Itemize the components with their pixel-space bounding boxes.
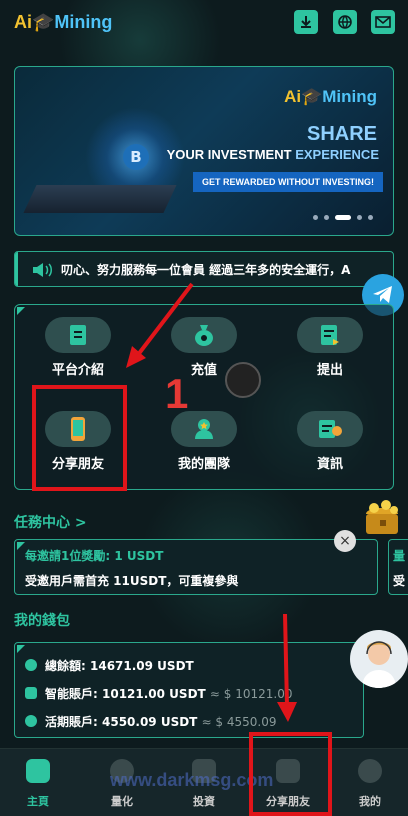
annotation-arrow-menu xyxy=(126,282,194,368)
mail-icon[interactable] xyxy=(371,10,395,34)
nav-item-profile[interactable]: 我的 xyxy=(335,759,405,809)
close-button[interactable]: × xyxy=(334,530,356,552)
profile-icon xyxy=(358,759,382,783)
home-icon xyxy=(26,759,50,783)
banner-tagline: YOUR INVESTMENT EXPERIENCE xyxy=(166,147,379,162)
annotation-box-share xyxy=(32,385,127,491)
globe-icon[interactable] xyxy=(333,10,357,34)
banner-logo: Ai🎓Mining xyxy=(284,87,377,106)
nav-label: 我的 xyxy=(359,795,381,808)
wallet-row-current: 活期賬戶: 4550.09 USDT ≈ $ 4550.09 xyxy=(25,713,277,730)
document-icon xyxy=(45,317,111,353)
menu-label: 提出 xyxy=(316,363,343,378)
menu-item-my-team[interactable]: 我的團隊 xyxy=(149,411,259,472)
menu-item-platform-intro[interactable]: 平台介紹 xyxy=(23,317,133,378)
carousel-dots[interactable] xyxy=(313,215,373,220)
wallet-corner xyxy=(17,645,25,653)
app-header: Ai🎓Mining xyxy=(0,0,408,48)
carousel-dot[interactable] xyxy=(368,215,373,220)
promo-banner[interactable]: B Ai🎓Mining SHARE YOUR INVESTMENT EXPERI… xyxy=(14,66,394,236)
menu-label: 平台介紹 xyxy=(51,363,104,378)
task-peek-desc: 受 xyxy=(393,574,406,588)
smart-account-icon xyxy=(25,687,37,699)
current-account-icon xyxy=(25,715,37,727)
task-peek-title: 量 xyxy=(393,549,406,563)
withdraw-icon xyxy=(297,317,363,353)
task-card[interactable]: 每邀請1位獎勵: 1 USDT 受邀用戶需首充 11USDT，可重複參與 xyxy=(14,539,378,595)
marquee-accent xyxy=(15,252,21,286)
task-card-peek[interactable]: 量 受 xyxy=(388,539,408,595)
menu-item-withdraw[interactable]: 提出 xyxy=(275,317,385,378)
laptop-graphic xyxy=(23,185,177,213)
speaker-icon xyxy=(33,263,52,277)
news-icon xyxy=(297,411,363,447)
carousel-dot[interactable] xyxy=(324,215,329,220)
app-logo: Ai🎓Mining xyxy=(14,12,113,32)
wallet-row-total: 總餘額: 14671.09 USDT xyxy=(25,657,194,674)
floating-assistive-button[interactable] xyxy=(225,362,261,398)
nav-label: 量化 xyxy=(111,795,133,808)
task-center-title[interactable]: 任務中心 > xyxy=(14,512,87,532)
nav-label: 投資 xyxy=(193,795,215,808)
carousel-dot[interactable] xyxy=(313,215,318,220)
menu-corner xyxy=(17,307,25,315)
treasure-chest-icon[interactable] xyxy=(360,496,406,542)
notice-text: 叨心、努力服務每一位會員 經過三年多的安全運行，A xyxy=(61,263,351,277)
bitcoin-icon: B xyxy=(123,144,149,170)
carousel-dot-active[interactable] xyxy=(335,215,351,220)
support-agent-avatar[interactable] xyxy=(350,630,408,688)
menu-label: 我的團隊 xyxy=(177,457,230,472)
notice-marquee[interactable]: 叨心、努力服務每一位會員 經過三年多的安全運行，A xyxy=(14,251,394,287)
annotation-box-nav-share xyxy=(249,732,332,816)
task-title: 每邀請1位獎勵: 1 USDT xyxy=(25,549,164,563)
menu-item-news[interactable]: 資訊 xyxy=(275,411,385,472)
banner-headline: SHARE xyxy=(306,123,377,145)
download-icon[interactable] xyxy=(294,10,318,34)
banner-cta: GET REWARDED WITHOUT INVESTING! xyxy=(193,172,383,192)
annotation-arrow-nav xyxy=(277,613,297,722)
wallet-card: 總餘額: 14671.09 USDT 智能賬戶: 10121.00 USDT ≈… xyxy=(14,642,364,738)
nav-label: 主頁 xyxy=(27,795,49,808)
menu-label: 資訊 xyxy=(316,457,343,472)
balance-icon xyxy=(25,659,37,671)
wallet-title: 我的錢包 xyxy=(14,613,70,629)
annotation-number: 1 xyxy=(165,370,189,417)
wallet-row-smart: 智能賬戶: 10121.00 USDT ≈ $ 10121.00 xyxy=(25,685,292,702)
nav-item-home[interactable]: 主頁 xyxy=(3,759,73,809)
carousel-dot[interactable] xyxy=(357,215,362,220)
task-card-corner xyxy=(17,542,25,550)
task-description: 受邀用戶需首充 11USDT，可重複參與 xyxy=(25,574,239,588)
